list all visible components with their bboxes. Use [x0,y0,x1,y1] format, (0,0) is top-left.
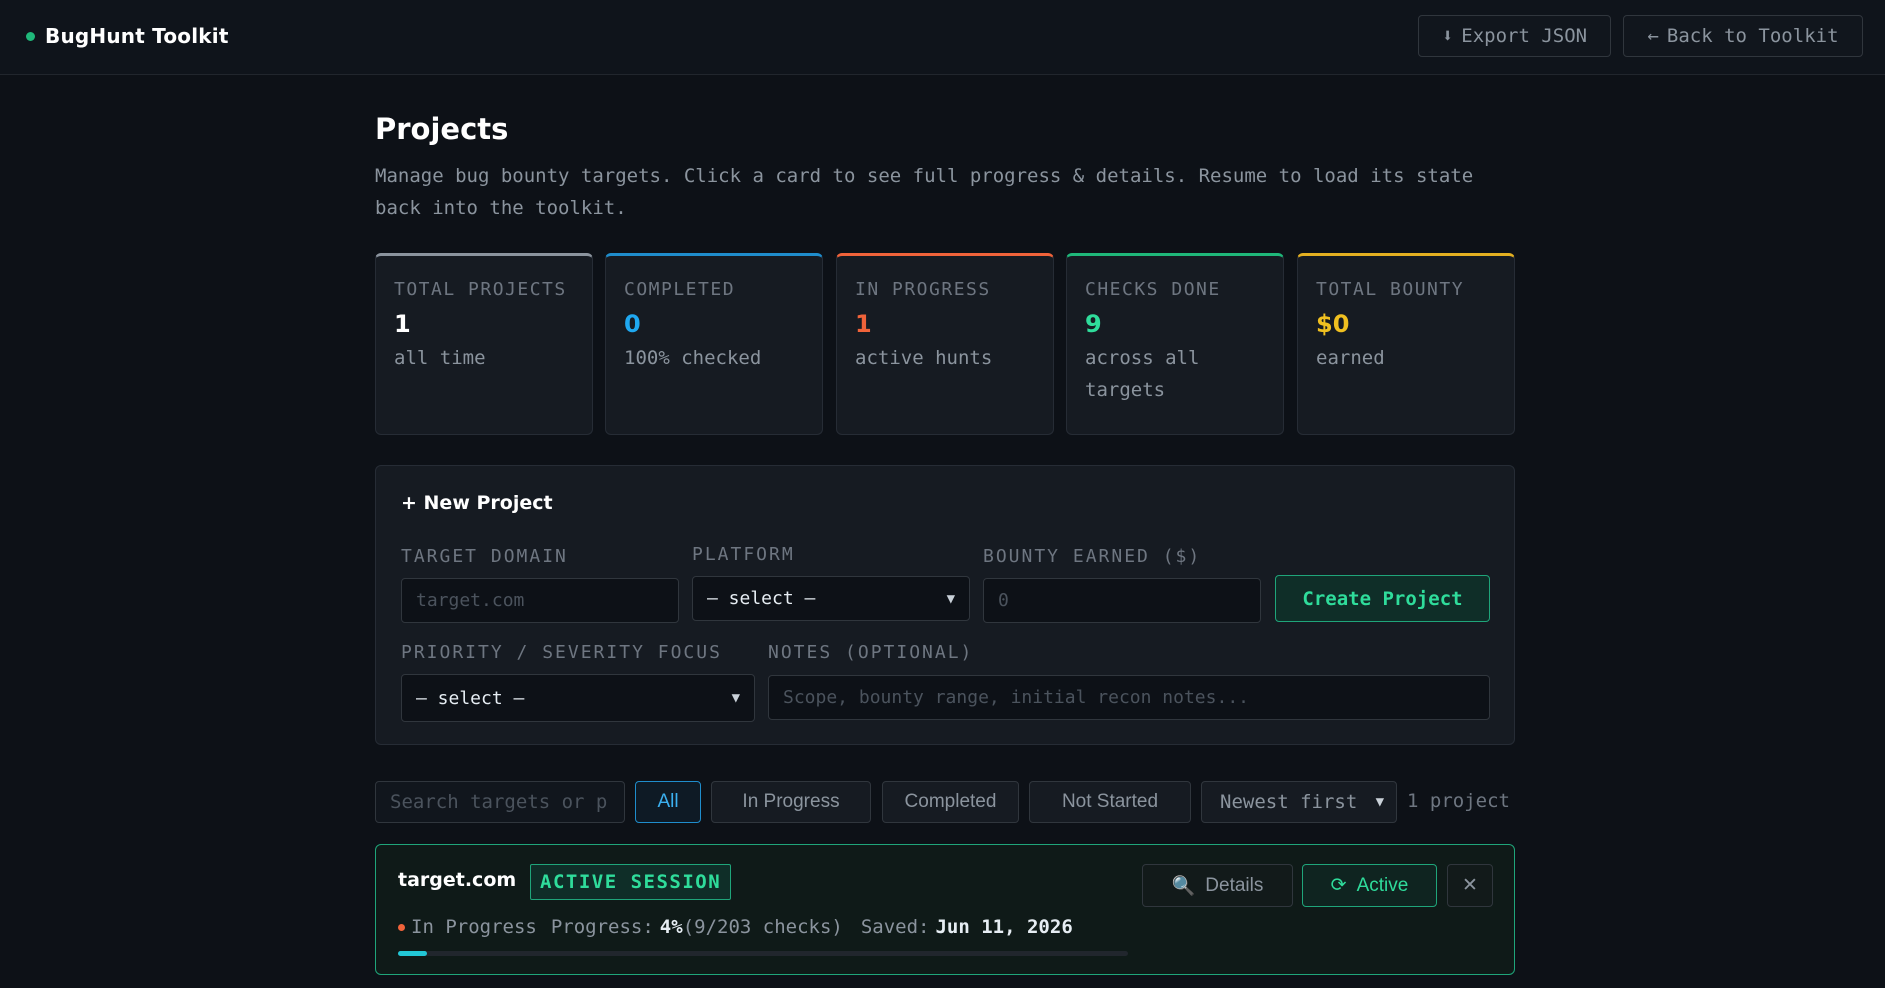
search-input[interactable]: Search targets or p [375,781,625,823]
details-label: Details [1205,874,1264,896]
project-card[interactable]: target.com ACTIVE SESSION In Progress Pr… [375,844,1515,975]
notes-label: Notes (optional) [768,642,974,663]
project-status: In Progress [411,916,537,938]
stat-sub: earned [1316,347,1385,369]
page-title: Projects [375,112,509,146]
back-to-toolkit-button[interactable]: ← Back to Toolkit [1623,15,1863,57]
status-dot-icon [398,923,405,931]
new-project-title: + New Project [401,492,553,514]
refresh-icon: ⟳ [1330,875,1347,896]
chevron-down-icon: ▼ [946,590,955,607]
stat-card-in-progress: In Progress 1 active hunts [836,253,1054,435]
progress-bar [398,951,1128,956]
stat-label: Total Projects [394,279,567,300]
filter-tab-in-progress[interactable]: In Progress [711,781,871,823]
filter-tab-completed[interactable]: Completed [882,781,1019,823]
project-meta: In Progress Progress: 4% (9/203 checks) … [398,912,1073,942]
stat-value: 9 [1085,310,1102,338]
stat-sub: active hunts [855,347,993,369]
stat-label: Completed [624,279,736,300]
stat-sub: all time [394,347,486,369]
page-description: Manage bug bounty targets. Click a card … [375,165,1474,219]
stat-sub: across all targets [1085,347,1200,401]
close-icon: ✕ [1462,875,1478,896]
resume-active-button[interactable]: ⟳ Active [1302,864,1437,907]
progress-bar-fill [398,951,428,956]
stat-card-total-projects: Total Projects 1 all time [375,253,593,435]
details-button[interactable]: 🔍 Details [1142,864,1293,907]
stat-label: Checks Done [1085,279,1221,300]
progress-label: Progress: [550,916,654,938]
stat-sub: 100% checked [624,347,762,369]
stat-label: Total Bounty [1316,279,1465,300]
platform-selected-value: — select — [707,588,816,609]
platform-select[interactable]: — select — ▼ [692,576,970,621]
priority-selected-value: — select — [416,687,525,709]
status-dot-icon [26,31,35,41]
download-icon: ⬇ [1441,25,1454,47]
export-json-button[interactable]: ⬇ Export JSON [1418,15,1611,57]
stat-card-completed: Completed 0 100% checked [605,253,823,435]
stat-value: 1 [394,310,411,338]
search-icon: 🔍 [1171,875,1196,897]
target-domain-label: Target Domain [401,546,568,567]
chevron-down-icon: ▼ [1375,794,1384,810]
create-project-button[interactable]: Create Project [1275,575,1490,622]
new-project-form: + New Project Target Domain target.com P… [375,465,1515,745]
stat-card-checks-done: Checks Done 9 across all targets [1066,253,1284,435]
stat-label: In Progress [855,279,991,300]
filter-tab-all[interactable]: All [635,781,701,823]
priority-select[interactable]: — select — ▼ [401,674,755,722]
top-bar: BugHunt Toolkit ⬇ Export JSON ← Back to … [0,0,1885,75]
filter-tab-not-started[interactable]: Not Started [1029,781,1191,823]
brand[interactable]: BugHunt Toolkit [26,22,229,50]
delete-project-button[interactable]: ✕ [1447,864,1493,907]
back-to-toolkit-label: Back to Toolkit [1666,25,1839,47]
platform-label: Platform [692,544,795,565]
target-domain-input[interactable]: target.com [401,578,679,623]
bounty-earned-input[interactable]: 0 [983,578,1261,623]
stat-card-total-bounty: Total Bounty $0 earned [1297,253,1515,435]
saved-label: Saved: [860,916,930,938]
checks-count: (9/203 checks) [682,916,843,938]
sort-selected-value: Newest first [1220,791,1358,813]
arrow-left-icon: ← [1647,25,1659,47]
progress-percent: 4% [659,916,683,938]
stat-value: 1 [855,310,872,338]
bounty-earned-label: Bounty Earned ($) [983,546,1202,567]
stat-value: $0 [1316,310,1350,338]
sort-select[interactable]: Newest first ▼ [1201,781,1397,823]
chevron-down-icon: ▼ [731,690,740,706]
notes-input[interactable]: Scope, bounty range, initial recon notes… [768,675,1490,720]
project-count: 1 project [1407,790,1510,812]
saved-date: Jun 11, 2026 [935,916,1073,938]
project-domain: target.com [398,869,517,891]
app-title: BugHunt Toolkit [45,24,229,48]
export-json-label: Export JSON [1461,25,1588,47]
resume-active-label: Active [1356,874,1409,896]
priority-label: Priority / Severity Focus [401,642,722,663]
stat-value: 0 [624,310,641,338]
status-badge: ACTIVE SESSION [530,864,732,900]
